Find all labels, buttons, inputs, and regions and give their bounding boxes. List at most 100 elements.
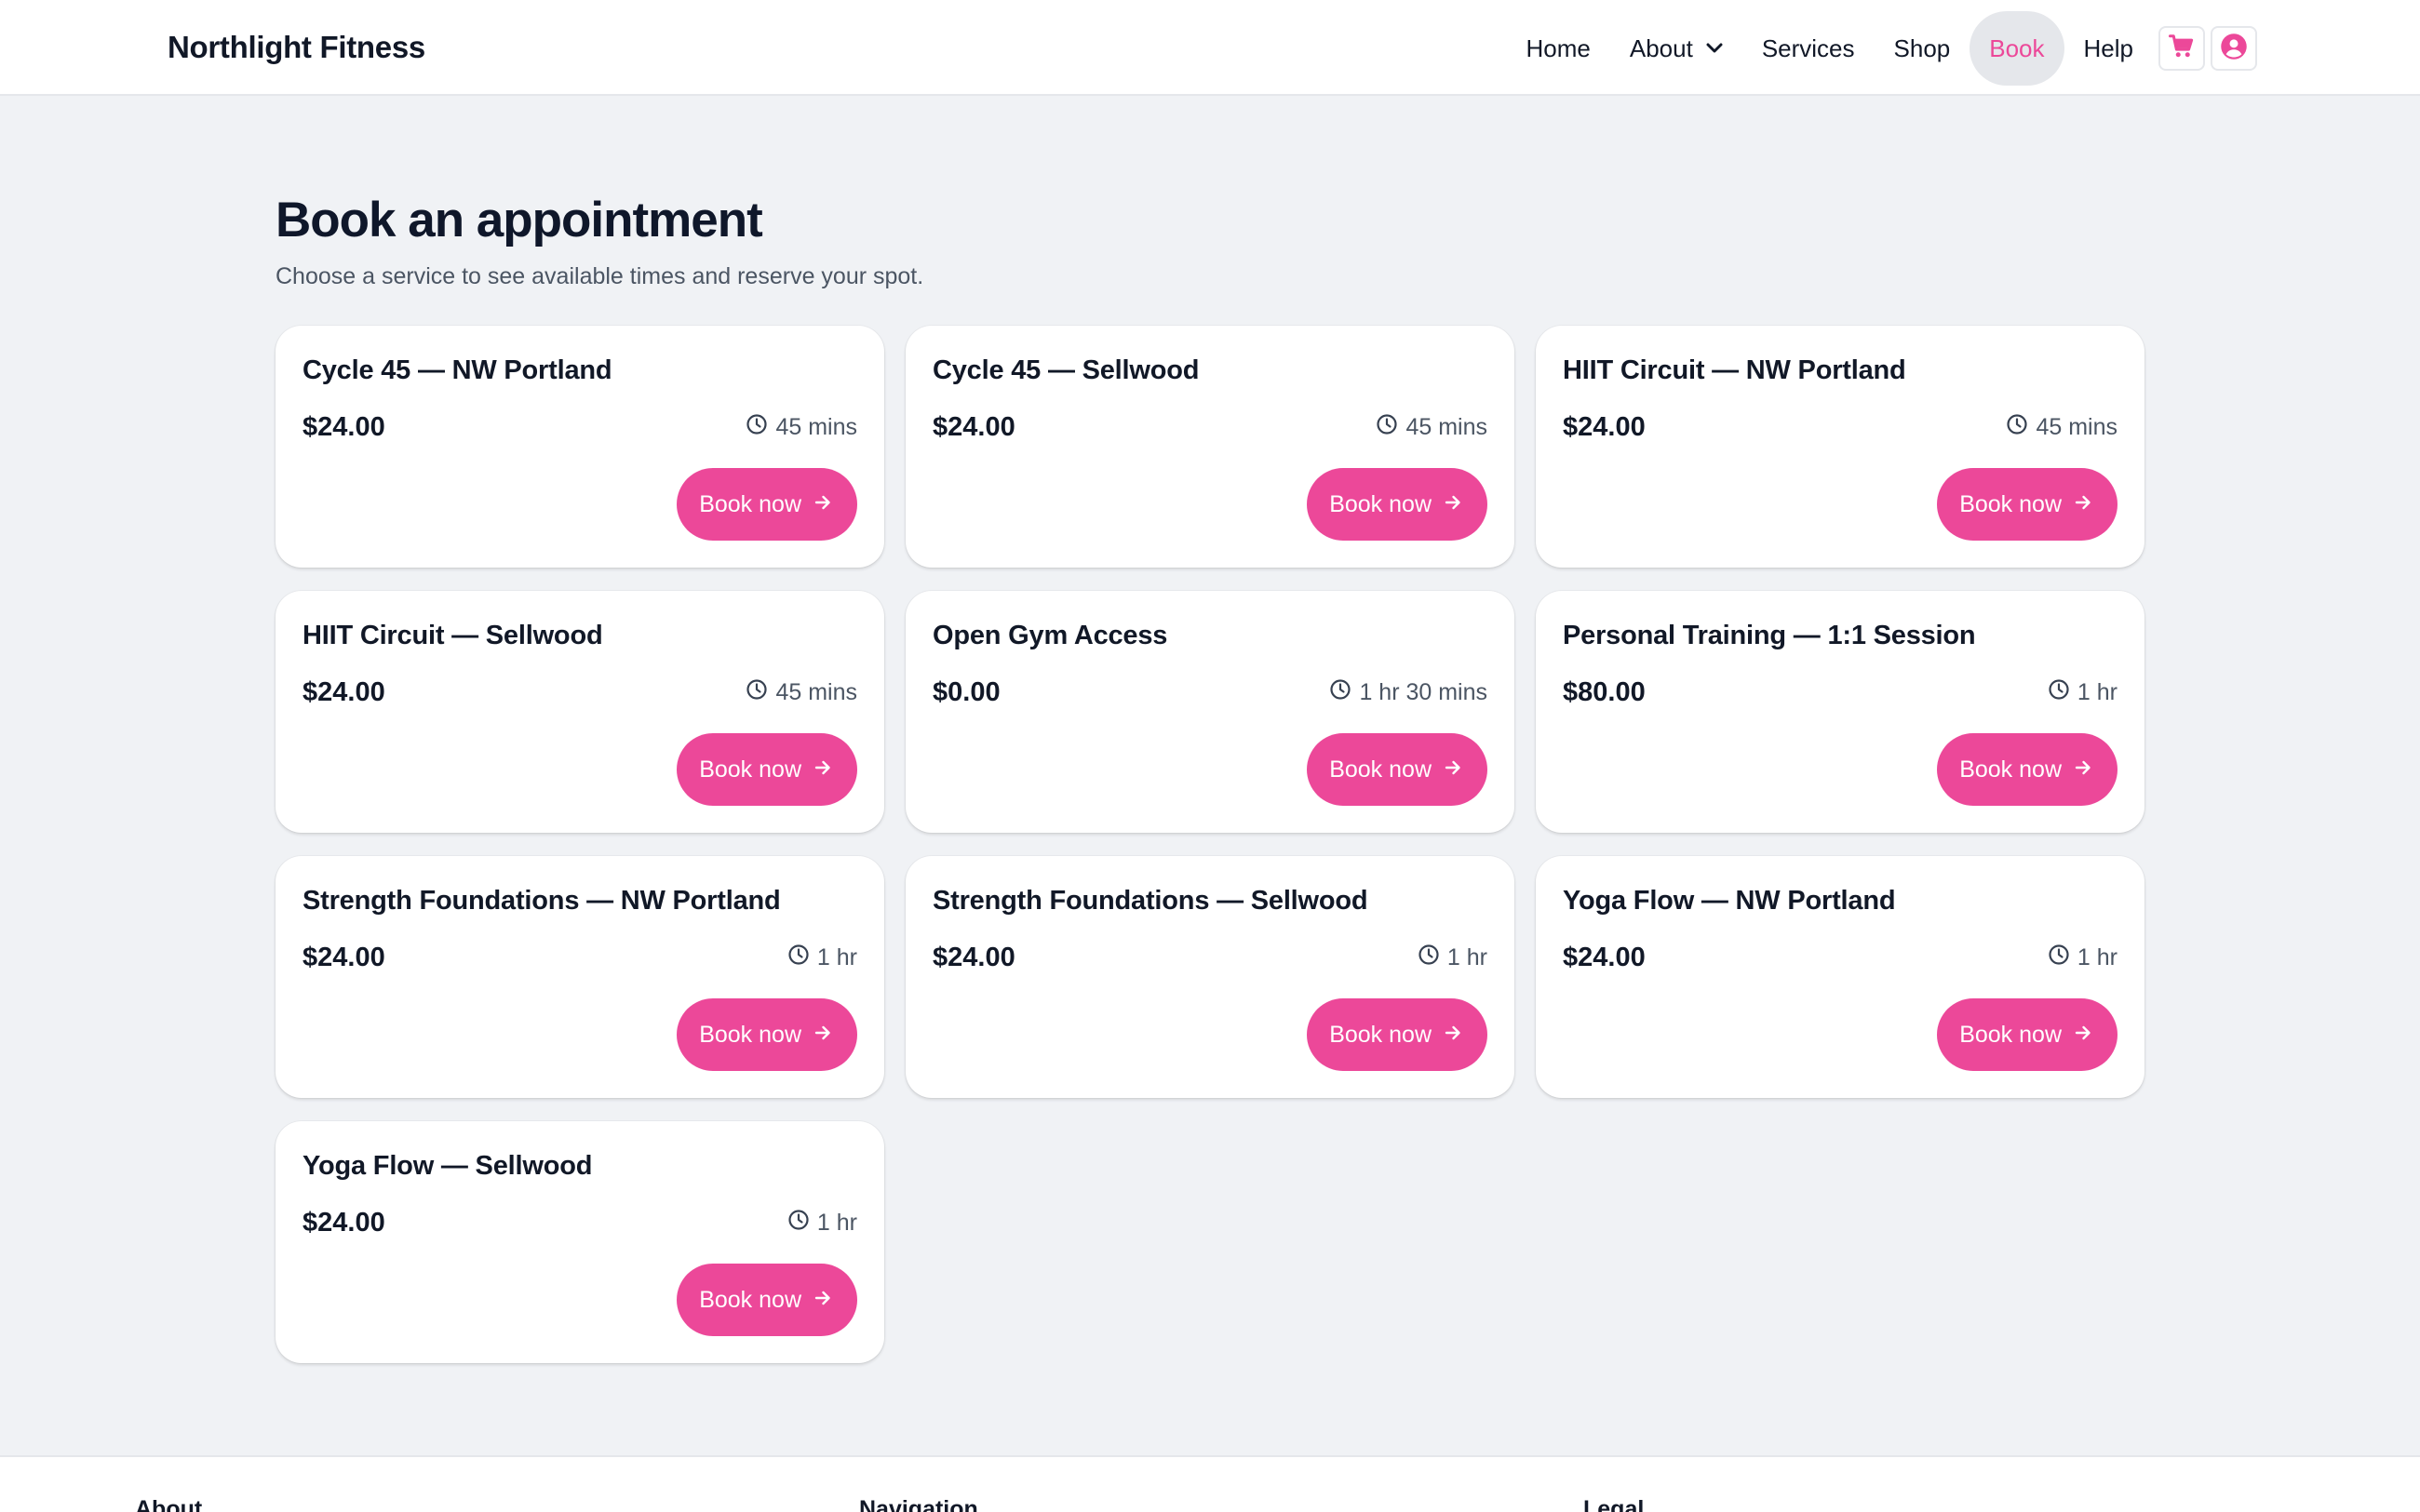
service-duration-text: 1 hr: [1446, 944, 1487, 970]
service-meta: $24.00 1 hr: [302, 943, 857, 973]
book-now-button[interactable]: Book now: [677, 468, 857, 541]
service-duration: 1 hr: [787, 1209, 857, 1238]
book-now-label: Book now: [1959, 756, 2062, 783]
cart-button[interactable]: [2158, 26, 2205, 71]
book-now-button[interactable]: Book now: [1307, 998, 1487, 1071]
book-now-label: Book now: [1959, 1021, 2062, 1048]
book-now-label: Book now: [1329, 1021, 1432, 1048]
service-title: Yoga Flow — Sellwood: [302, 1151, 593, 1181]
book-now-label: Book now: [699, 1021, 801, 1048]
book-now-button[interactable]: Book now: [1307, 468, 1487, 541]
nav-item-label: Help: [2083, 33, 2133, 62]
arrow-right-icon: [801, 491, 832, 518]
nav-item-label: Home: [1526, 33, 1591, 62]
service-card: Yoga Flow — Sellwood $24.00 1 hr Book no…: [276, 1121, 884, 1363]
service-meta: $0.00 1 hr 30 mins: [933, 677, 1487, 708]
service-title: Cycle 45 — NW Portland: [302, 355, 612, 385]
arrow-right-icon: [1432, 756, 1462, 783]
service-title: Open Gym Access: [933, 621, 1168, 650]
service-duration: 1 hr: [787, 943, 857, 972]
service-title: Personal Training — 1:1 Session: [1563, 621, 1976, 650]
arrow-right-icon: [2062, 1022, 2092, 1049]
service-price: $0.00: [933, 677, 1001, 707]
service-duration: 45 mins: [1376, 413, 1487, 442]
arrow-right-icon: [1432, 1022, 1462, 1049]
nav-item-label: Shop: [1893, 33, 1951, 62]
clock-icon: [787, 943, 817, 972]
service-title: Cycle 45 — Sellwood: [933, 355, 1200, 385]
service-card: HIIT Circuit — NW Portland $24.00 45 min…: [1536, 326, 2144, 568]
service-meta: $80.00 1 hr: [1563, 677, 2118, 708]
clock-icon: [1376, 413, 1405, 442]
book-now-label: Book now: [699, 490, 801, 517]
book-now-button[interactable]: Book now: [1937, 468, 2118, 541]
service-card: Strength Foundations — Sellwood $24.00 1…: [906, 856, 1514, 1098]
service-duration-text: 45 mins: [775, 414, 857, 440]
book-now-label: Book now: [699, 1286, 801, 1313]
book-now-button[interactable]: Book now: [1307, 733, 1487, 806]
service-card: Strength Foundations — NW Portland $24.0…: [276, 856, 884, 1098]
nav-item-services[interactable]: Services: [1742, 11, 1875, 86]
nav-item-help[interactable]: Help: [2064, 11, 2153, 86]
service-duration-text: 1 hr: [816, 944, 857, 970]
clock-icon: [746, 413, 775, 442]
nav-item-book[interactable]: Book: [1970, 11, 2064, 86]
service-duration: 1 hr: [1418, 943, 1487, 972]
service-title: HIIT Circuit — NW Portland: [1563, 355, 1906, 385]
service-price: $24.00: [302, 412, 385, 442]
book-now-label: Book now: [699, 756, 801, 783]
book-now-button[interactable]: Book now: [677, 1264, 857, 1336]
book-now-button[interactable]: Book now: [1937, 998, 2118, 1071]
service-title: HIIT Circuit — Sellwood: [302, 621, 603, 650]
nav-item-about[interactable]: About: [1610, 11, 1742, 86]
service-title: Strength Foundations — Sellwood: [933, 886, 1368, 916]
book-now-label: Book now: [1329, 490, 1432, 517]
account-icon: [2220, 33, 2248, 65]
book-now-button[interactable]: Book now: [677, 733, 857, 806]
service-duration: 45 mins: [746, 678, 857, 707]
service-meta: $24.00 45 mins: [1563, 412, 2118, 443]
arrow-right-icon: [1432, 491, 1462, 518]
service-price: $24.00: [302, 1208, 385, 1238]
service-duration: 45 mins: [2006, 413, 2118, 442]
service-duration-text: 1 hr: [2077, 679, 2118, 705]
site-footer: About Navigation Legal: [0, 1455, 2420, 1512]
service-duration-text: 1 hr 30 mins: [1359, 679, 1487, 705]
service-price: $24.00: [933, 412, 1015, 442]
service-card: Yoga Flow — NW Portland $24.00 1 hr Book…: [1536, 856, 2144, 1098]
service-meta: $24.00 45 mins: [933, 412, 1487, 443]
service-duration: 1 hr: [2048, 678, 2118, 707]
clock-icon: [2048, 678, 2077, 707]
arrow-right-icon: [801, 1287, 832, 1314]
service-card: HIIT Circuit — Sellwood $24.00 45 mins B…: [276, 591, 884, 833]
booking-main: Book an appointment Choose a service to …: [276, 191, 2144, 1363]
arrow-right-icon: [801, 1022, 832, 1049]
arrow-right-icon: [2062, 756, 2092, 783]
service-price: $80.00: [1563, 677, 1646, 707]
book-now-button[interactable]: Book now: [1937, 733, 2118, 806]
book-now-label: Book now: [1329, 756, 1432, 783]
brand-logo-text[interactable]: Northlight Fitness: [168, 30, 425, 65]
service-meta: $24.00 45 mins: [302, 412, 857, 443]
nav-item-label: Book: [1989, 33, 2045, 62]
clock-icon: [787, 1209, 817, 1238]
service-price: $24.00: [302, 943, 385, 972]
nav-item-shop[interactable]: Shop: [1875, 11, 1970, 86]
nav-item-label: Services: [1761, 33, 1855, 62]
page-subtitle: Choose a service to see available times …: [276, 263, 924, 289]
book-now-button[interactable]: Book now: [677, 998, 857, 1071]
service-grid: Cycle 45 — NW Portland $24.00 45 mins Bo…: [276, 326, 2144, 1363]
arrow-right-icon: [801, 756, 832, 783]
nav-item-home[interactable]: Home: [1507, 11, 1610, 86]
footer-heading-about: About: [135, 1496, 203, 1512]
clock-icon: [1418, 943, 1447, 972]
service-meta: $24.00 1 hr: [933, 943, 1487, 973]
service-price: $24.00: [933, 943, 1015, 972]
account-button[interactable]: [2211, 26, 2257, 71]
service-duration: 45 mins: [746, 413, 857, 442]
service-duration-text: 1 hr: [816, 1210, 857, 1236]
page-title: Book an appointment: [276, 193, 763, 248]
service-meta: $24.00 1 hr: [302, 1208, 857, 1238]
footer-heading-legal: Legal: [1583, 1496, 1645, 1512]
service-card: Cycle 45 — Sellwood $24.00 45 mins Book …: [906, 326, 1514, 568]
